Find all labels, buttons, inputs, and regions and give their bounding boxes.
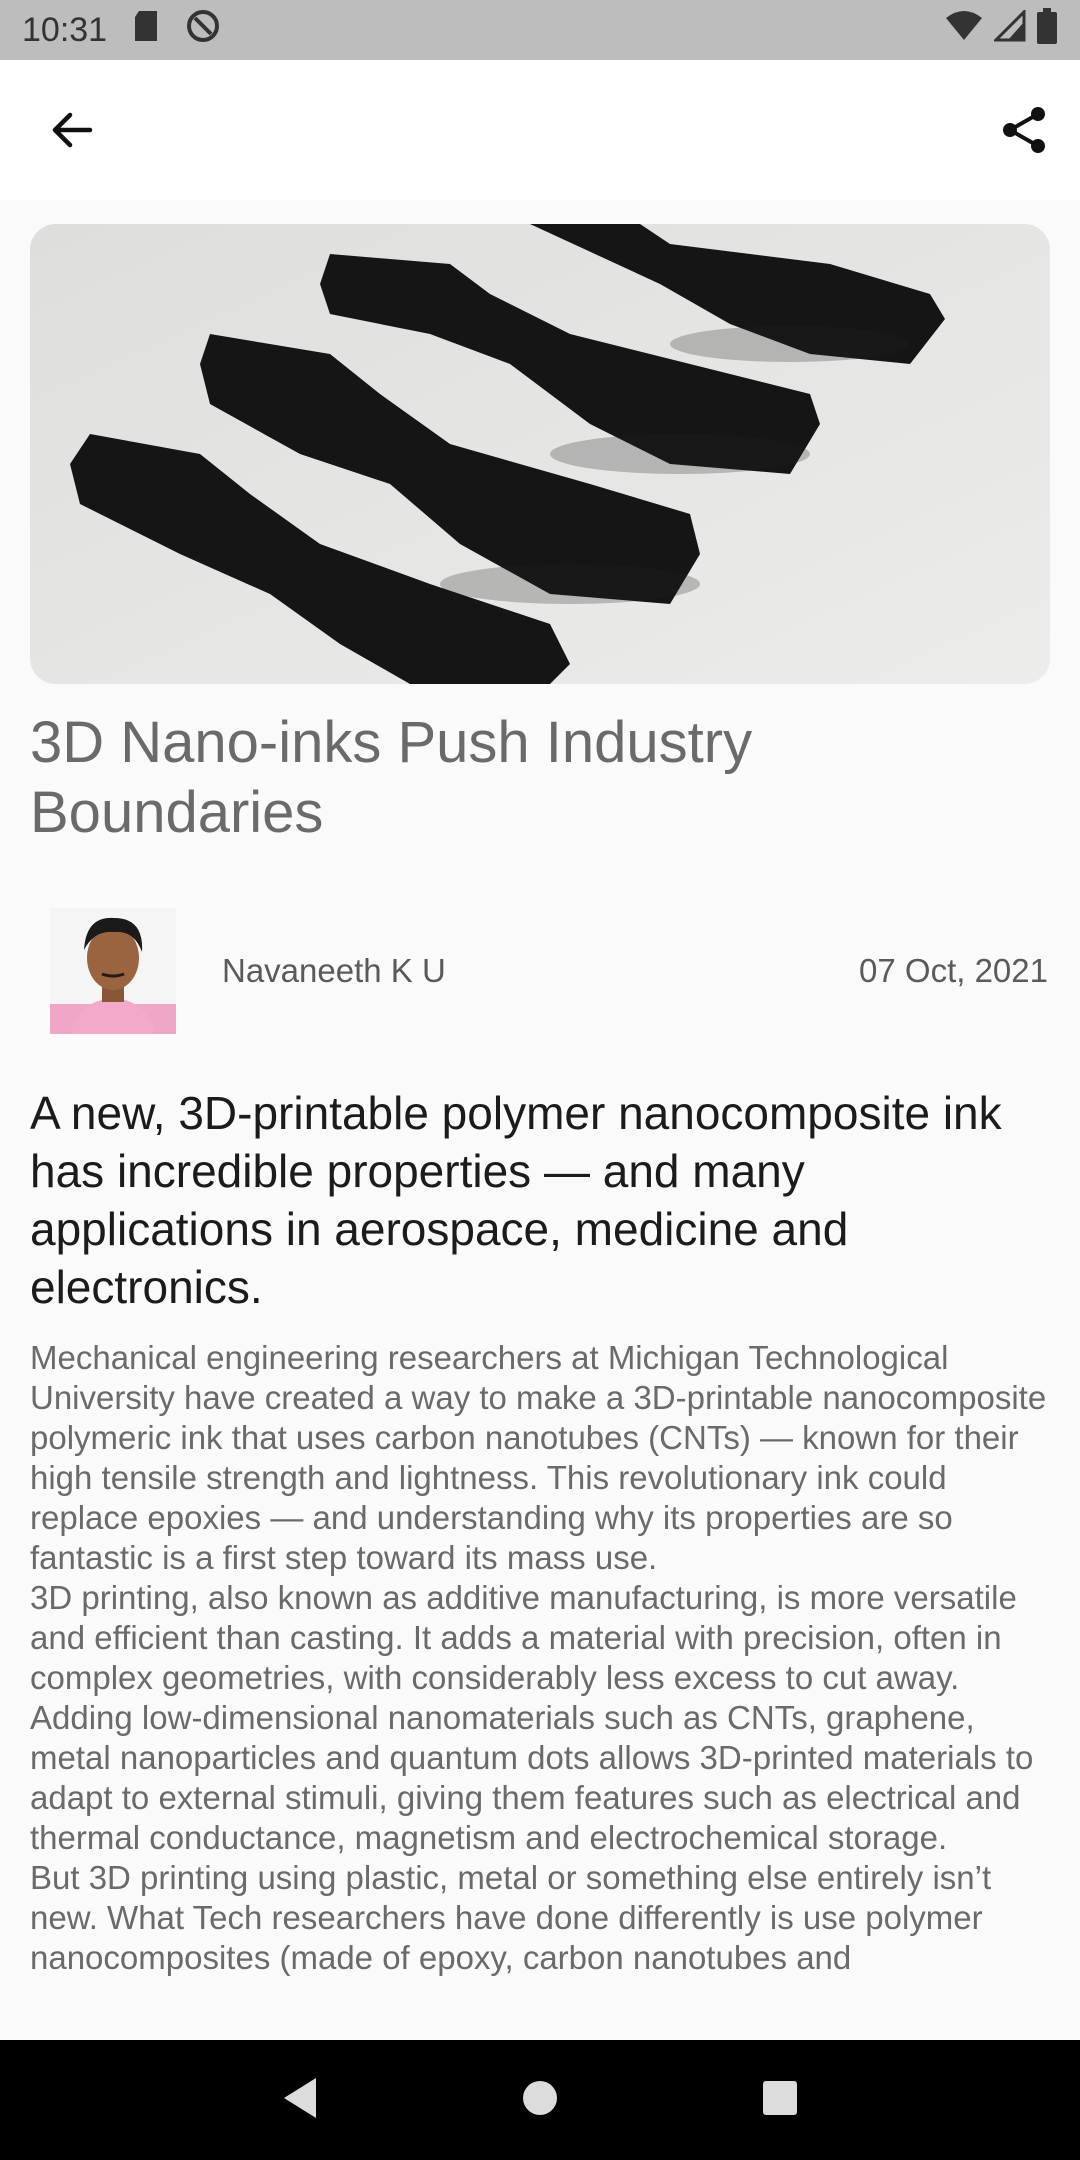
author-avatar — [50, 908, 176, 1034]
status-right — [944, 7, 1058, 53]
nav-home-button[interactable] — [520, 2078, 560, 2123]
battery-icon — [1036, 7, 1058, 53]
back-button[interactable] — [42, 100, 102, 160]
sync-icon — [185, 8, 221, 53]
nav-recents-button[interactable] — [760, 2078, 800, 2123]
recents-square-icon — [763, 2080, 797, 2115]
home-circle-icon — [523, 2080, 557, 2115]
back-triangle-icon — [284, 2077, 316, 2118]
article-date: 07 Oct, 2021 — [859, 952, 1048, 989]
article-content[interactable]: 3D Nano-inks Push Industry Boundaries Na… — [0, 200, 1080, 2040]
wifi-icon — [944, 10, 984, 51]
share-button[interactable] — [994, 100, 1054, 160]
article-headline: A new, 3D-printable polymer nanocomposit… — [30, 1087, 1002, 1313]
status-time: 10:31 — [22, 10, 108, 49]
nav-back-button[interactable] — [280, 2076, 320, 2125]
author-name: Navaneeth K U — [222, 952, 446, 989]
share-icon — [1003, 107, 1045, 153]
article-title: 3D Nano-inks Push Industry Boundaries — [30, 710, 753, 845]
article-hero-image — [30, 224, 1050, 684]
arrow-left-icon — [52, 112, 93, 148]
article-paragraph: But 3D printing using plastic, metal or … — [30, 1859, 992, 1976]
article-body: Mechanical engineering researchers at Mi… — [30, 1338, 1050, 1978]
status-bar: 10:31 — [0, 0, 1080, 60]
author-row: Navaneeth K U 07 Oct, 2021 — [30, 908, 1050, 1034]
article-paragraph: 3D printing, also known as additive manu… — [30, 1579, 1034, 1856]
signal-icon — [992, 7, 1026, 51]
system-nav-bar — [0, 2040, 1080, 2160]
status-left: 10:31 — [22, 8, 221, 53]
article-paragraph: Mechanical engineering researchers at Mi… — [30, 1339, 1047, 1576]
sd-card-icon — [131, 9, 161, 52]
app-bar — [0, 60, 1080, 200]
